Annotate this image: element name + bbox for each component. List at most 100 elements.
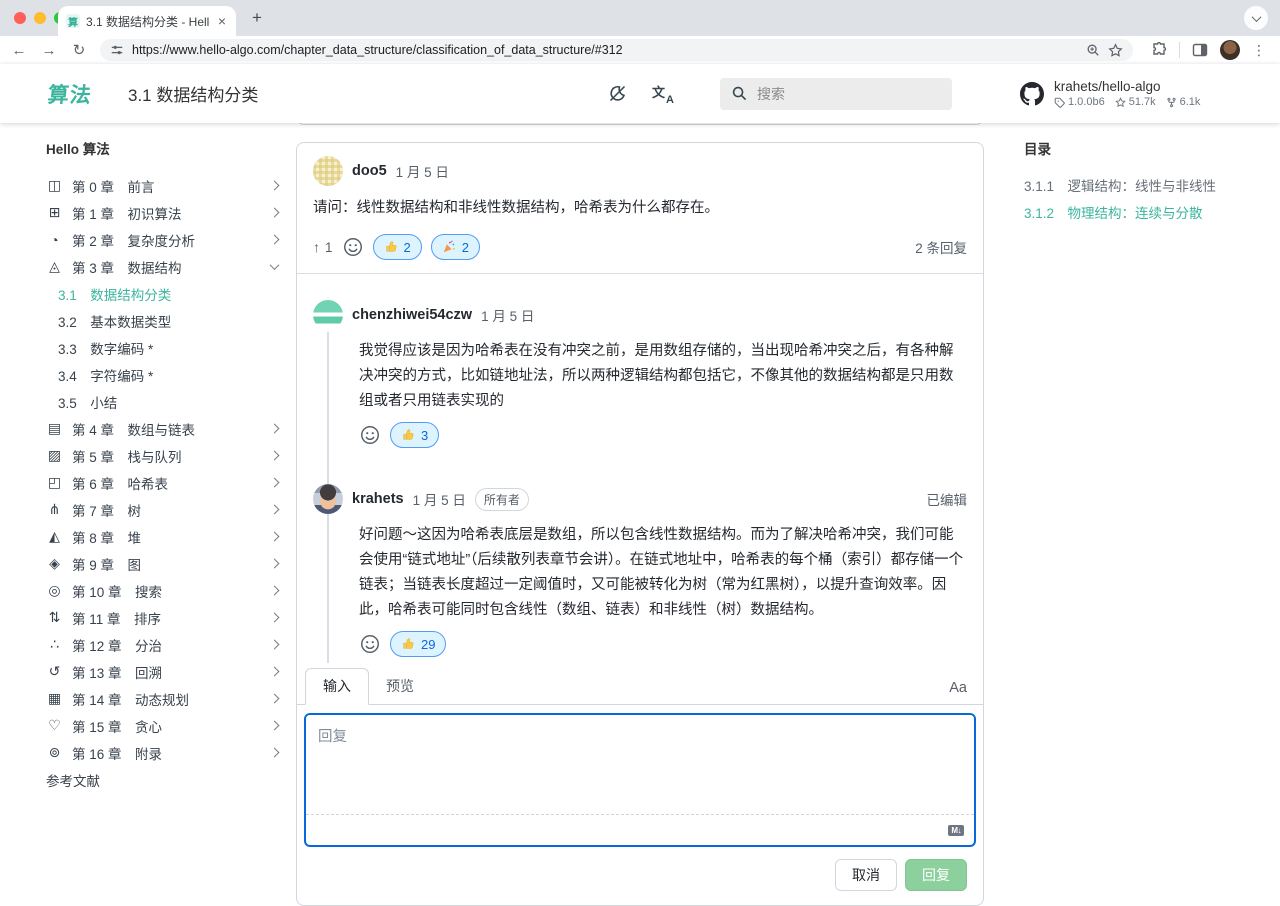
reaction-thumbs-up[interactable]: 29: [390, 631, 446, 657]
markdown-icon[interactable]: M↓: [948, 825, 964, 836]
reply-comment: krahets 1 月 5 日 所有者 已编辑 好问题～这因为哈希表底层是数组，…: [297, 458, 983, 667]
toc-item-3-1-2[interactable]: 3.1.2 物理结构：连续与分散: [1024, 198, 1264, 225]
cancel-button[interactable]: 取消: [835, 859, 897, 891]
comment-author[interactable]: chenzhiwei54czw: [352, 307, 472, 323]
side-panel-icon[interactable]: [1192, 42, 1208, 58]
calculator-icon: ⊞: [46, 204, 63, 221]
editor-tabs: 输入 预览 Aa: [297, 667, 983, 705]
heap-icon: ◭: [46, 528, 63, 545]
sidebar-item-chapter-5[interactable]: ▨第 5 章 栈与队列: [44, 442, 282, 469]
sidebar-item-3-5[interactable]: 3.5 小结: [44, 388, 282, 415]
avatar[interactable]: [313, 156, 343, 186]
thumbs-up-icon: [401, 637, 415, 651]
sidebar-item-3-3[interactable]: 3.3 数字编码 *: [44, 334, 282, 361]
text-format-button[interactable]: Aa: [949, 680, 967, 704]
thumbs-up-icon: [401, 428, 415, 442]
sidebar-item-chapter-4[interactable]: ▤第 4 章 数组与链表: [44, 415, 282, 442]
sidebar-item-references[interactable]: 参考文献: [44, 766, 282, 793]
upvote-button[interactable]: ↑ 1: [313, 239, 333, 255]
sidebar-item-chapter-15[interactable]: ♡第 15 章 贪心: [44, 712, 282, 739]
stars-fact: 51.7k: [1115, 96, 1156, 108]
backtrack-icon: ↺: [46, 663, 63, 680]
upvote-count: 1: [325, 240, 333, 255]
sidebar-item-chapter-12[interactable]: ∴第 12 章 分治: [44, 631, 282, 658]
hello-algo-logo[interactable]: 算法: [46, 79, 111, 109]
tab-close-icon[interactable]: ×: [216, 13, 228, 29]
sidebar-item-chapter-11[interactable]: ⇅第 11 章 排序: [44, 604, 282, 631]
url-text: https://www.hello-algo.com/chapter_data_…: [132, 43, 1078, 57]
add-reaction-button[interactable]: [359, 424, 381, 446]
tree-icon: ⋔: [46, 501, 63, 518]
sidebar-item-chapter-13[interactable]: ↺第 13 章 回溯: [44, 658, 282, 685]
address-bar[interactable]: https://www.hello-algo.com/chapter_data_…: [100, 39, 1133, 61]
replies-count-label: 2 条回复: [915, 237, 967, 257]
comment-author[interactable]: doo5: [352, 163, 387, 179]
chevron-down-icon: [1251, 12, 1261, 22]
search-icon: [732, 86, 747, 101]
back-button[interactable]: ←: [10, 42, 28, 59]
tab-search-button[interactable]: [1244, 6, 1268, 30]
add-reaction-button[interactable]: [359, 633, 381, 655]
owner-badge: 所有者: [475, 488, 529, 511]
comment-date[interactable]: 1 月 5 日: [396, 161, 449, 181]
comment-date[interactable]: 1 月 5 日: [481, 305, 534, 325]
site-favicon: 算: [66, 14, 80, 28]
sidebar-item-3-1[interactable]: 3.1 数据结构分类: [44, 280, 282, 307]
minimize-window-button[interactable]: [34, 12, 46, 24]
language-switch-icon[interactable]: 文 A: [652, 84, 674, 104]
sidebar-item-chapter-7[interactable]: ⋔第 7 章 树: [44, 496, 282, 523]
github-repo-link[interactable]: krahets/hello-algo 1.0.0b6 51.7k 6.1k: [1020, 79, 1210, 108]
toolbar-divider: [1179, 42, 1180, 58]
sidebar-item-chapter-3[interactable]: ◬第 3 章 数据结构: [44, 253, 282, 280]
browser-tab[interactable]: 算 3.1 数据结构分类 - Hello 算法 ×: [58, 6, 236, 36]
sidebar-item-chapter-9[interactable]: ◈第 9 章 图: [44, 550, 282, 577]
bookmark-star-icon[interactable]: [1108, 43, 1123, 58]
sidebar-item-chapter-6[interactable]: ◰第 6 章 哈希表: [44, 469, 282, 496]
add-reaction-button[interactable]: [342, 236, 364, 258]
browser-menu-icon[interactable]: ⋮: [1252, 42, 1266, 59]
sidebar-item-chapter-10[interactable]: ◎第 10 章 搜索: [44, 577, 282, 604]
sidebar-item-chapter-2[interactable]: ◔第 2 章 复杂度分析: [44, 226, 282, 253]
forward-button[interactable]: →: [40, 42, 58, 59]
reply-input-box: M↓: [304, 713, 976, 847]
new-tab-button[interactable]: +: [246, 8, 268, 28]
edited-label: 已编辑: [927, 489, 968, 509]
extensions-icon[interactable]: [1151, 42, 1167, 58]
avatar[interactable]: [313, 300, 343, 330]
reaction-thumbs-up[interactable]: 2: [373, 234, 422, 260]
avatar[interactable]: [313, 484, 343, 514]
sidebar-item-chapter-0[interactable]: ◫第 0 章 前言: [44, 172, 282, 199]
profile-avatar[interactable]: [1220, 40, 1240, 60]
comment-header: doo5 1 月 5 日: [297, 143, 983, 186]
comment-date[interactable]: 1 月 5 日: [413, 489, 466, 509]
page-title: 3.1 数据结构分类: [128, 81, 258, 106]
reply-submit-button[interactable]: 回复: [905, 859, 967, 891]
sidebar-item-chapter-14[interactable]: ▦第 14 章 动态规划: [44, 685, 282, 712]
reaction-count: 3: [421, 428, 428, 443]
reload-button[interactable]: ↻: [70, 41, 88, 59]
comment-body: 我觉得应该是因为哈希表在没有冲突之前，是用数组存储的，当出现哈希冲突之后，有各种…: [297, 330, 983, 414]
reaction-thumbs-up[interactable]: 3: [390, 422, 439, 448]
reaction-tada[interactable]: 2: [431, 234, 480, 260]
appendix-icon: ⊚: [46, 744, 63, 761]
search-input[interactable]: [757, 86, 907, 102]
chevron-right-icon: [270, 559, 280, 569]
browser-tabstrip: 算 3.1 数据结构分类 - Hello 算法 × +: [0, 0, 1280, 36]
sidebar-item-chapter-1[interactable]: ⊞第 1 章 初识算法: [44, 199, 282, 226]
toc-item-3-1-1[interactable]: 3.1.1 逻辑结构：线性与非线性: [1024, 171, 1264, 198]
tab-preview[interactable]: 预览: [369, 669, 431, 704]
sidebar-item-chapter-8[interactable]: ◭第 8 章 堆: [44, 523, 282, 550]
sidebar-item-3-4[interactable]: 3.4 字符编码 *: [44, 361, 282, 388]
theme-toggle-icon[interactable]: [607, 83, 628, 104]
forks-fact: 6.1k: [1166, 96, 1201, 108]
site-settings-icon[interactable]: [110, 43, 124, 57]
zoom-page-icon[interactable]: [1086, 43, 1100, 57]
comment-author[interactable]: krahets: [352, 491, 404, 507]
chevron-right-icon: [270, 748, 280, 758]
close-window-button[interactable]: [14, 12, 26, 24]
sidebar-item-3-2[interactable]: 3.2 基本数据类型: [44, 307, 282, 334]
reply-textarea[interactable]: [306, 715, 974, 815]
tab-write[interactable]: 输入: [305, 668, 369, 705]
sidebar-item-chapter-16[interactable]: ⊚第 16 章 附录: [44, 739, 282, 766]
search-box[interactable]: [720, 78, 952, 110]
